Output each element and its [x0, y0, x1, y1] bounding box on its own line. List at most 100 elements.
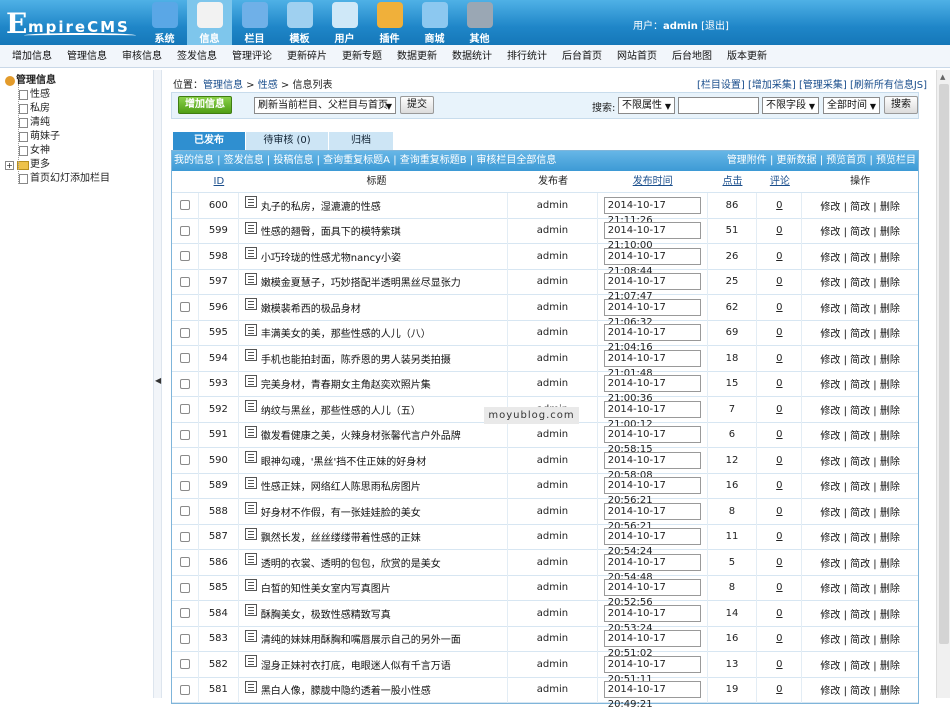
row-actions[interactable]: 修改 | 简改 | 删除 [820, 504, 899, 519]
menu-item[interactable]: 网站首页 [617, 45, 657, 67]
edit-doc-icon[interactable] [244, 221, 257, 234]
col-id[interactable]: ID [199, 171, 239, 192]
row-title[interactable]: 手机也能拍封面，陈乔恩的男人装另类拍摄 [261, 351, 451, 366]
row-checkbox[interactable] [179, 684, 190, 695]
row-time-field[interactable]: 2014-10-17 21:11:26 [603, 196, 701, 226]
topnav-template[interactable]: 模板 [277, 0, 322, 45]
topnav-globe[interactable]: 系统 [142, 0, 187, 45]
row-time-field[interactable]: 2014-10-17 21:08:44 [603, 247, 701, 277]
row-title[interactable]: 丸子的私房，湿漉漉的性感 [261, 198, 381, 213]
row-comments-link[interactable]: 0 [776, 353, 782, 364]
row-comments-link[interactable]: 0 [776, 659, 782, 670]
row-checkbox[interactable] [179, 659, 190, 670]
tree-item[interactable]: 性感 [0, 88, 152, 102]
row-title[interactable]: 性感正妹，网络红人陈思雨私房图片 [261, 478, 421, 493]
row-comments-link[interactable]: 0 [776, 302, 782, 313]
menu-item[interactable]: 排行统计 [507, 45, 547, 67]
menu-item[interactable]: 管理信息 [67, 45, 107, 67]
menu-item[interactable]: 更新碎片 [287, 45, 327, 67]
row-title[interactable]: 湿身正妹衬衣打底，电眼迷人似有千言万语 [261, 657, 451, 672]
row-title[interactable]: 徽发看健康之美，火辣身材张馨代言户外品牌 [261, 427, 461, 442]
row-actions[interactable]: 修改 | 简改 | 删除 [820, 274, 899, 289]
row-comments-link[interactable]: 0 [776, 225, 782, 236]
menu-item[interactable]: 版本更新 [727, 45, 767, 67]
row-actions[interactable]: 修改 | 简改 | 删除 [820, 529, 899, 544]
edit-doc-icon[interactable] [244, 400, 257, 413]
row-time-field[interactable]: 2014-10-17 21:00:12 [603, 400, 701, 430]
row-checkbox[interactable] [179, 276, 190, 287]
row-time-field[interactable]: 2014-10-17 20:56:21 [603, 477, 701, 506]
edit-doc-icon[interactable] [244, 196, 257, 209]
sidebar-splitter[interactable]: ◀ [153, 70, 162, 698]
edit-doc-icon[interactable] [244, 323, 257, 336]
topnav-tools[interactable]: 插件 [367, 0, 412, 45]
row-actions[interactable]: 修改 | 简改 | 删除 [820, 249, 899, 264]
tab-published[interactable]: 已发布 (213) [173, 132, 245, 164]
row-title[interactable]: 丰满美女的美，那些性感的人儿（八） [261, 325, 431, 340]
tab-pending[interactable]: 待审核 (0) [246, 132, 328, 150]
row-time-field[interactable]: 2014-10-17 20:52:56 [603, 579, 701, 608]
row-time-field[interactable]: 2014-10-17 20:51:11 [603, 655, 701, 685]
row-time-field[interactable]: 2014-10-17 20:51:02 [603, 630, 701, 659]
menu-item[interactable]: 更新专题 [342, 45, 382, 67]
tree-item-more[interactable]: + 更多 [0, 158, 152, 172]
edit-doc-icon[interactable] [244, 527, 257, 540]
refresh-select[interactable]: 刷新当前栏目、父栏目与首页 ▼ [254, 97, 396, 114]
attribute-select[interactable]: 不限属性 ▼ [618, 97, 675, 114]
time-select[interactable]: 全部时间 ▼ [823, 97, 880, 114]
row-time-field[interactable]: 2014-10-17 20:56:21 [603, 502, 701, 532]
row-title[interactable]: 好身材不作假，有一张娃娃脸的美女 [261, 504, 421, 519]
edit-doc-icon[interactable] [244, 578, 257, 591]
row-checkbox[interactable] [179, 531, 190, 542]
row-comments-link[interactable]: 0 [776, 404, 782, 415]
row-checkbox[interactable] [179, 608, 190, 619]
row-time-field[interactable]: 2014-10-17 21:06:32 [603, 298, 701, 328]
edit-doc-icon[interactable] [244, 272, 257, 285]
row-title[interactable]: 眼神勾魂，'黑丝'挡不住正妹的好身材 [261, 453, 427, 468]
edit-doc-icon[interactable] [244, 298, 257, 311]
row-checkbox[interactable] [179, 378, 190, 389]
topnav-document-edit[interactable]: 信息 [187, 0, 232, 45]
row-checkbox[interactable] [179, 353, 190, 364]
edit-doc-icon[interactable] [244, 604, 257, 617]
row-comments-link[interactable]: 0 [776, 455, 782, 466]
edit-doc-icon[interactable] [244, 374, 257, 387]
scrollbar-thumb[interactable] [939, 84, 949, 644]
sub-links-right[interactable]: 管理附件 | 更新数据 | 预览首页 | 预览栏目 [727, 151, 916, 171]
row-actions[interactable]: 修改 | 简改 | 删除 [820, 478, 899, 493]
add-info-button[interactable]: 增加信息 [178, 96, 232, 114]
topnav-user[interactable]: 用户 [322, 0, 367, 45]
edit-doc-icon[interactable] [244, 349, 257, 362]
menu-item[interactable]: 管理评论 [232, 45, 272, 67]
row-checkbox[interactable] [179, 455, 190, 466]
row-actions[interactable]: 修改 | 简改 | 删除 [820, 300, 899, 315]
search-input[interactable] [678, 97, 759, 114]
row-actions[interactable]: 修改 | 简改 | 删除 [820, 657, 899, 672]
row-checkbox[interactable] [179, 506, 190, 517]
row-actions[interactable]: 修改 | 简改 | 删除 [820, 580, 899, 595]
edit-doc-icon[interactable] [244, 425, 257, 438]
menu-item[interactable]: 审核信息 [122, 45, 162, 67]
row-time-field[interactable]: 2014-10-17 21:04:16 [603, 324, 701, 353]
row-time-field[interactable]: 2014-10-17 20:54:24 [603, 528, 701, 557]
row-checkbox[interactable] [179, 582, 190, 593]
menu-item[interactable]: 增加信息 [12, 45, 52, 67]
scrollbar[interactable]: ▲ [936, 70, 950, 698]
edit-doc-icon[interactable] [244, 451, 257, 464]
collapse-arrow-icon[interactable]: ◀ [155, 376, 161, 385]
row-title[interactable]: 嫩模裴希西的极品身材 [261, 300, 361, 315]
breadcrumb-link-manage[interactable]: 管理信息 [203, 80, 243, 91]
menu-item[interactable]: 后台首页 [562, 45, 602, 67]
row-title[interactable]: 白皙的知性美女室内写真图片 [261, 580, 391, 595]
row-title[interactable]: 完美身材，青春期女主角赵奕欢照片集 [261, 376, 431, 391]
row-comments-link[interactable]: 0 [776, 327, 782, 338]
topnav-shop-card[interactable]: 商城 [412, 0, 457, 45]
edit-doc-icon[interactable] [244, 553, 257, 566]
row-title[interactable]: 酥胸美女，极致性感精致写真 [261, 606, 391, 621]
tree-item-slideshow[interactable]: 首页幻灯添加栏目 [0, 172, 152, 186]
field-select[interactable]: 不限字段 ▼ [762, 97, 819, 114]
tab-archive[interactable]: 归档 [329, 132, 393, 150]
row-comments-link[interactable]: 0 [776, 200, 782, 211]
row-time-field[interactable]: 2014-10-17 20:54:48 [603, 553, 701, 583]
row-actions[interactable]: 修改 | 简改 | 删除 [820, 682, 899, 697]
